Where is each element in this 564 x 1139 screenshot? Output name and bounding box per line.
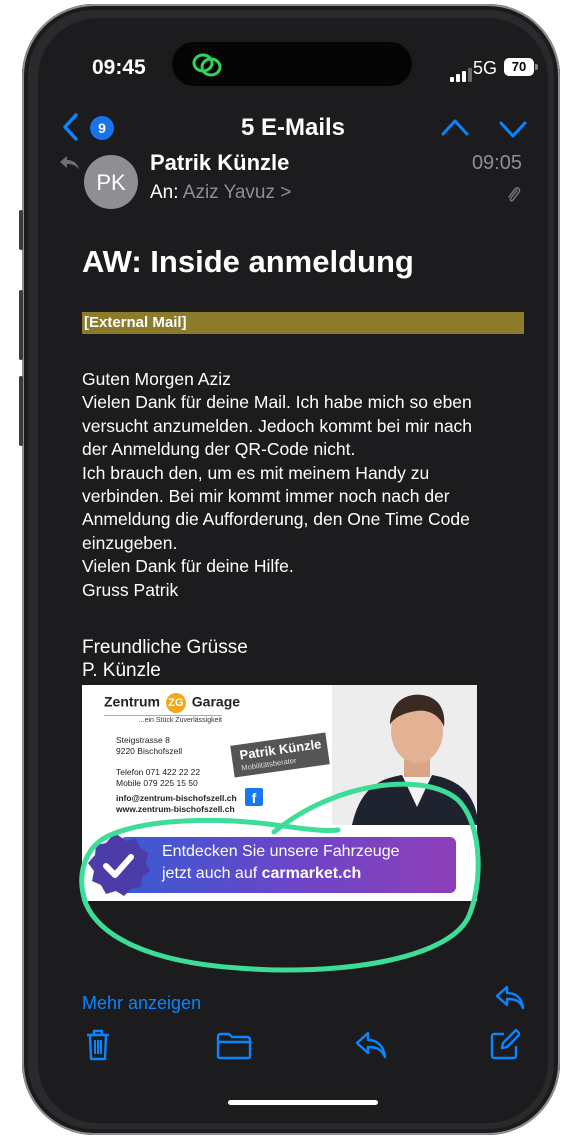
paperclip-icon — [508, 186, 521, 202]
person-name-tag: Patrik Künzle Mobilitätsberater — [230, 732, 330, 778]
address-street: Steigstrasse 8 — [116, 735, 170, 745]
phone-number: Telefon 071 422 22 22 — [116, 767, 201, 777]
body-line: einzugeben. — [82, 532, 178, 553]
avatar[interactable]: PK — [84, 155, 138, 209]
promo-text-line1: Entdecken Sie unsere Fahrzeuge — [162, 843, 400, 860]
recipient-name[interactable]: Aziz Yavuz > — [183, 182, 292, 203]
body-line: Vielen Dank für deine Hilfe. — [82, 556, 294, 577]
phone-screen: 09:45 5G 70 9 5 E-Mails PK Patrik Künzle… — [38, 18, 548, 1123]
body-line: Gruss Patrik — [82, 579, 179, 600]
status-time: 09:45 — [92, 56, 146, 79]
body-line: verbinden. Bei mir kommt immer noch nach… — [82, 486, 450, 507]
signature-business-card[interactable]: Zentrum ZG Garage ...ein Stück Zuverläss… — [82, 685, 477, 901]
body-line: Guten Morgen Aziz — [82, 369, 231, 389]
body-line: Ich brauch den, um es mit meinem Handy z… — [82, 462, 430, 483]
promo-brand: carmarket.ch — [261, 865, 362, 882]
signal-icon — [450, 64, 474, 82]
network-type: 5G — [473, 58, 498, 78]
closing-name: P. Künzle — [82, 660, 161, 681]
mail-time: 09:05 — [471, 152, 522, 174]
battery-icon: 70 — [504, 58, 538, 76]
volume-up-button — [19, 290, 23, 360]
promo-banner: Entdecken Sie unsere Fahrzeuge jetzt auc… — [82, 825, 477, 901]
logo-badge: ZG — [165, 693, 186, 713]
company-tagline: ...ein Stück Zuverlässigkeit — [104, 715, 222, 724]
folder-icon[interactable] — [216, 1032, 252, 1060]
promo-text-line2: jetzt auch auf carmarket.ch — [162, 865, 361, 883]
replied-indicator-icon — [60, 156, 79, 170]
compose-icon[interactable] — [490, 1028, 520, 1060]
recipient-line[interactable]: An: Aziz Yavuz > — [150, 182, 291, 204]
body-line: versucht anzumelden. Jedoch kommt bei mi… — [82, 415, 473, 436]
show-more-link[interactable]: Mehr anzeigen — [82, 993, 201, 1014]
promo-prefix: jetzt auch auf — [162, 865, 262, 882]
mail-subject: AW: Inside anmeldung — [82, 244, 414, 279]
nav-bar: 9 5 E-Mails — [38, 106, 548, 150]
action-button — [19, 210, 23, 250]
address-city: 9220 Bischofszell — [116, 746, 183, 756]
company-address: Steigstrasse 8 9220 Bischofszell — [116, 735, 182, 757]
mail-body: Guten Morgen Aziz Vielen Dank für deine … — [82, 368, 522, 602]
company-email: info@zentrum-bischofszell.ch — [116, 793, 237, 803]
facebook-icon: f — [245, 788, 263, 806]
reply-arrow-icon[interactable] — [494, 984, 526, 1012]
reply-icon[interactable] — [354, 1030, 388, 1060]
sender-name[interactable]: Patrik Künzle — [150, 150, 289, 176]
logo-text-right: Garage — [191, 693, 241, 710]
signature-closing: Freundliche Grüsse P. Künzle — [82, 636, 248, 682]
chevron-down-icon[interactable] — [498, 118, 528, 140]
home-indicator[interactable] — [228, 1100, 378, 1105]
company-website: www.zentrum-bischofszell.ch — [116, 804, 235, 814]
company-logo: Zentrum ZG Garage — [104, 693, 240, 713]
body-line: Anmeldung die Aufforderung, den One Time… — [82, 509, 470, 530]
person-photo — [332, 685, 477, 825]
external-mail-banner: [External Mail] — [82, 312, 524, 334]
nav-title: 5 E-Mails — [240, 114, 346, 141]
trash-icon[interactable] — [84, 1028, 112, 1062]
body-line: der Anmeldung der QR-Code nicht. — [82, 439, 356, 460]
body-line: Vielen Dank für deine Mail. Ich habe mic… — [82, 392, 472, 413]
closing-greeting: Freundliche Grüsse — [82, 637, 248, 658]
volume-down-button — [19, 376, 23, 446]
bottom-toolbar — [38, 1028, 548, 1078]
logo-text-left: Zentrum — [104, 693, 160, 710]
status-bar: 09:45 5G 70 — [38, 18, 548, 98]
company-contact: info@zentrum-bischofszell.ch www.zentrum… — [116, 793, 237, 815]
chevron-up-icon[interactable] — [440, 116, 470, 138]
mobile-number: Mobile 079 225 15 50 — [116, 778, 198, 788]
wechat-icon — [192, 53, 222, 77]
company-phones: Telefon 071 422 22 22 Mobile 079 225 15 … — [116, 767, 200, 789]
verified-seal-icon — [88, 835, 150, 896]
to-label: An: — [150, 182, 179, 203]
